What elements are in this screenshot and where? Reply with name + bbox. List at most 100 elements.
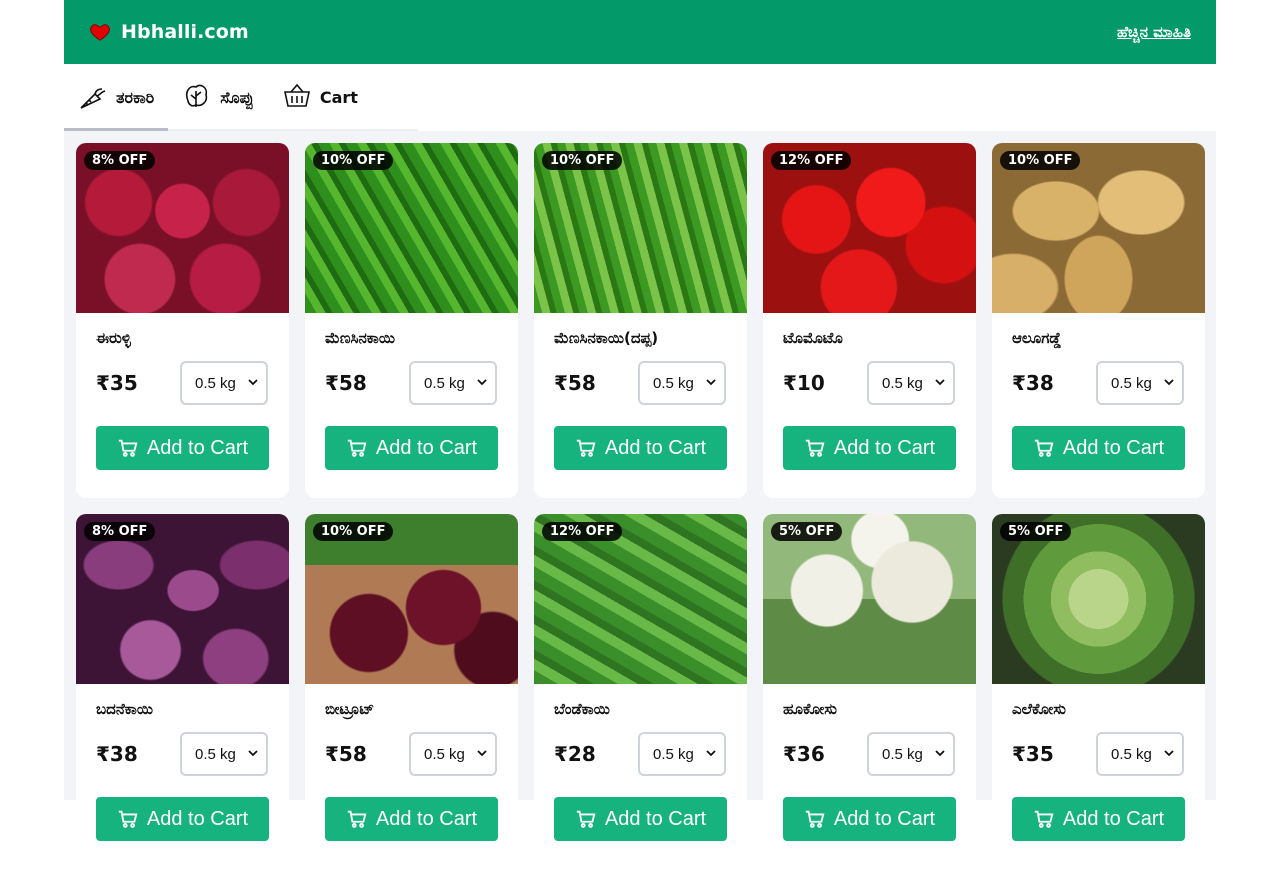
more-info-link[interactable]: ಹೆಚ್ಚಿನ ಮಾಹಿತಿ [1117, 23, 1191, 41]
tab-greens[interactable]: ಸೊಪ್ಪು [168, 64, 268, 131]
product-card: 8% OFF ಬದನೆಕಾಯಿ ₹38 0.5 kg Add to Cart [76, 514, 289, 869]
product-price: ₹35 [1012, 742, 1054, 766]
chevron-down-icon [1164, 750, 1174, 757]
brand-name: Hbhalli.com [121, 21, 249, 43]
cart-icon [576, 439, 596, 457]
tab-label: ಸೊಪ್ಪು [220, 87, 254, 107]
product-image: 10% OFF [305, 514, 518, 684]
chevron-down-icon [935, 750, 945, 757]
add-to-cart-button[interactable]: Add to Cart [783, 426, 956, 470]
add-to-cart-button[interactable]: Add to Cart [783, 797, 956, 841]
quantity-value: 0.5 kg [424, 374, 465, 392]
quantity-value: 0.5 kg [882, 745, 923, 763]
tab-cart[interactable]: Cart [268, 64, 372, 131]
product-name: ಎಲೆಕೋಸು [1012, 700, 1066, 718]
quantity-select[interactable]: 0.5 kg [180, 732, 268, 776]
quantity-value: 0.5 kg [653, 745, 694, 763]
product-card: 8% OFF ಈರುಳ್ಳಿ ₹35 0.5 kg Add to Cart [76, 143, 289, 498]
button-label: Add to Cart [833, 807, 936, 830]
category-tabs: ತರಕಾರಿ ಸೊಪ್ಪು Cart [64, 64, 1216, 131]
add-to-cart-button[interactable]: Add to Cart [96, 797, 269, 841]
quantity-select[interactable]: 0.5 kg [180, 361, 268, 405]
quantity-value: 0.5 kg [195, 745, 236, 763]
product-price: ₹28 [554, 742, 596, 766]
product-name: ಆಲೂಗಡ್ಡೆ [1012, 329, 1062, 347]
product-name: ಟೊಮೊಟೊ [783, 329, 843, 347]
product-image: 12% OFF [763, 143, 976, 313]
quantity-select[interactable]: 0.5 kg [638, 361, 726, 405]
product-image: 8% OFF [76, 514, 289, 684]
product-image: 12% OFF [534, 514, 747, 684]
discount-badge: 10% OFF [542, 151, 623, 170]
quantity-value: 0.5 kg [424, 745, 465, 763]
cart-icon [347, 439, 367, 457]
chevron-down-icon [248, 379, 258, 386]
product-price: ₹58 [325, 742, 367, 766]
product-price: ₹10 [783, 371, 825, 395]
discount-badge: 8% OFF [84, 151, 156, 170]
discount-badge: 5% OFF [1000, 522, 1072, 541]
add-to-cart-button[interactable]: Add to Cart [554, 797, 727, 841]
quantity-select[interactable]: 0.5 kg [867, 361, 955, 405]
quantity-select[interactable]: 0.5 kg [409, 361, 497, 405]
cart-icon [576, 810, 596, 828]
discount-badge: 8% OFF [84, 522, 156, 541]
product-card: 5% OFF ಎಲೆಕೋಸು ₹35 0.5 kg Add to Cart [992, 514, 1205, 869]
quantity-select[interactable]: 0.5 kg [867, 732, 955, 776]
product-card: 10% OFF ಮೆಣಸಿನಕಾಯಿ(ದಪ್ಪ) ₹58 0.5 kg Add … [534, 143, 747, 498]
product-image: 8% OFF [76, 143, 289, 313]
quantity-select[interactable]: 0.5 kg [1096, 361, 1184, 405]
add-to-cart-button[interactable]: Add to Cart [96, 426, 269, 470]
quantity-value: 0.5 kg [1111, 745, 1152, 763]
product-name: ಬೀಟ್ರೂಟ್ [325, 700, 375, 718]
product-grid: 8% OFF ಈರುಳ್ಳಿ ₹35 0.5 kg Add to Cart 10… [76, 143, 1205, 869]
chevron-down-icon [477, 750, 487, 757]
add-to-cart-button[interactable]: Add to Cart [325, 797, 498, 841]
basket-icon [282, 81, 312, 115]
chevron-down-icon [477, 379, 487, 386]
tab-label: ತರಕಾರಿ [116, 87, 155, 107]
chevron-down-icon [706, 379, 716, 386]
discount-badge: 5% OFF [771, 522, 843, 541]
product-card: 12% OFF ಟೊಮೊಟೊ ₹10 0.5 kg Add to Cart [763, 143, 976, 498]
product-image: 10% OFF [534, 143, 747, 313]
page: Hbhalli.com ಹೆಚ್ಚಿನ ಮಾಹಿತಿ ತರಕಾರಿ ಸೊಪ್ಪು… [64, 0, 1216, 869]
button-label: Add to Cart [146, 807, 249, 830]
product-name: ಈರುಳ್ಳಿ [96, 329, 131, 347]
discount-badge: 12% OFF [542, 522, 623, 541]
product-grid-area: 8% OFF ಈರುಳ್ಳಿ ₹35 0.5 kg Add to Cart 10… [64, 131, 1216, 869]
product-name: ಹೂಕೋಸು [783, 700, 837, 718]
product-price: ₹58 [325, 371, 367, 395]
add-to-cart-button[interactable]: Add to Cart [1012, 426, 1185, 470]
quantity-select[interactable]: 0.5 kg [638, 732, 726, 776]
chevron-down-icon [706, 750, 716, 757]
product-price: ₹35 [96, 371, 138, 395]
button-label: Add to Cart [146, 436, 249, 459]
product-image: 5% OFF [992, 514, 1205, 684]
quantity-select[interactable]: 0.5 kg [409, 732, 497, 776]
tab-vegetables[interactable]: ತರಕಾರಿ [64, 64, 169, 131]
quantity-value: 0.5 kg [1111, 374, 1152, 392]
product-image: 5% OFF [763, 514, 976, 684]
cart-icon [347, 810, 367, 828]
button-label: Add to Cart [833, 436, 936, 459]
product-card: 10% OFF ಬೀಟ್ರೂಟ್ ₹58 0.5 kg Add to Cart [305, 514, 518, 869]
cart-icon [118, 810, 138, 828]
add-to-cart-button[interactable]: Add to Cart [325, 426, 498, 470]
chevron-down-icon [935, 379, 945, 386]
product-price: ₹38 [1012, 371, 1054, 395]
discount-badge: 10% OFF [313, 151, 394, 170]
button-label: Add to Cart [1062, 807, 1165, 830]
heart-icon [89, 21, 111, 43]
add-to-cart-button[interactable]: Add to Cart [1012, 797, 1185, 841]
chevron-down-icon [248, 750, 258, 757]
quantity-select[interactable]: 0.5 kg [1096, 732, 1184, 776]
cart-icon [805, 439, 825, 457]
product-image: 10% OFF [992, 143, 1205, 313]
add-to-cart-button[interactable]: Add to Cart [554, 426, 727, 470]
brand[interactable]: Hbhalli.com [89, 21, 249, 43]
product-card: 12% OFF ಬೆಂಡೆಕಾಯಿ ₹28 0.5 kg Add to Cart [534, 514, 747, 869]
tab-label: Cart [319, 88, 358, 107]
cart-icon [1034, 439, 1054, 457]
discount-badge: 10% OFF [313, 522, 394, 541]
